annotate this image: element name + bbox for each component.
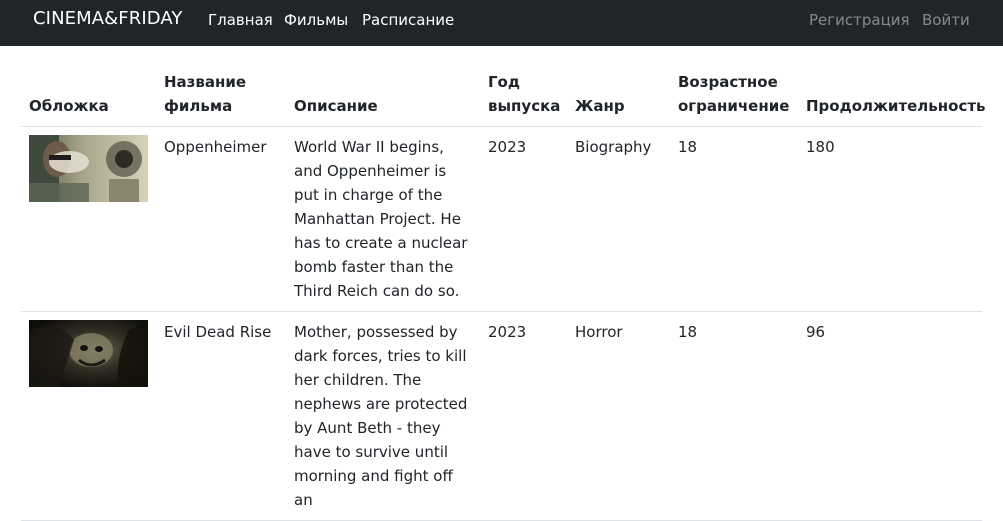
nav-link-login[interactable]: Войти (922, 10, 970, 30)
duration-cell: 180 (798, 126, 982, 312)
header-genre: Жанр (567, 46, 670, 127)
year-cell: 2023 (480, 311, 567, 521)
age-cell: 18 (670, 311, 798, 521)
evil-dead-rise-poster-image (29, 320, 148, 387)
age-cell: 18 (670, 126, 798, 312)
table-row: Evil Dead Rise Mother, possessed by dark… (21, 311, 982, 521)
cover-cell (21, 311, 156, 521)
table-row: Oppenheimer World War II begins, and Opp… (21, 126, 982, 312)
top-navbar: CINEMA&FRIDAY Главная Фильмы Расписание … (0, 0, 1003, 46)
year-cell: 2023 (480, 126, 567, 312)
title-cell: Oppenheimer (156, 126, 286, 312)
nav-link-home[interactable]: Главная (208, 10, 273, 30)
header-duration: Продолжительность (798, 46, 986, 127)
oppenheimer-poster-image (29, 135, 148, 202)
header-description: Описание (286, 46, 480, 127)
header-cover: Обложка (21, 46, 156, 127)
description-cell: Mother, possessed by dark forces, tries … (286, 311, 480, 521)
description-cell: World War II begins, and Oppenheimer is … (286, 126, 480, 312)
header-age: Возрастное ограничение (670, 46, 798, 127)
brand-link[interactable]: CINEMA&FRIDAY (33, 8, 183, 30)
title-cell: Evil Dead Rise (156, 311, 286, 521)
genre-cell: Biography (567, 126, 670, 312)
films-table: Обложка Название фильма Описание Год вып… (21, 46, 986, 521)
nav-link-schedule[interactable]: Расписание (362, 10, 454, 30)
cover-cell (21, 126, 156, 312)
header-title: Название фильма (156, 46, 286, 127)
header-year: Год выпуска (480, 46, 567, 127)
genre-cell: Horror (567, 311, 670, 521)
table-header-row: Обложка Название фильма Описание Год вып… (21, 46, 986, 127)
nav-link-register[interactable]: Регистрация (809, 10, 910, 30)
nav-link-films[interactable]: Фильмы (284, 10, 348, 30)
duration-cell: 96 (798, 311, 982, 521)
films-content: Обложка Название фильма Описание Год вып… (21, 46, 986, 521)
